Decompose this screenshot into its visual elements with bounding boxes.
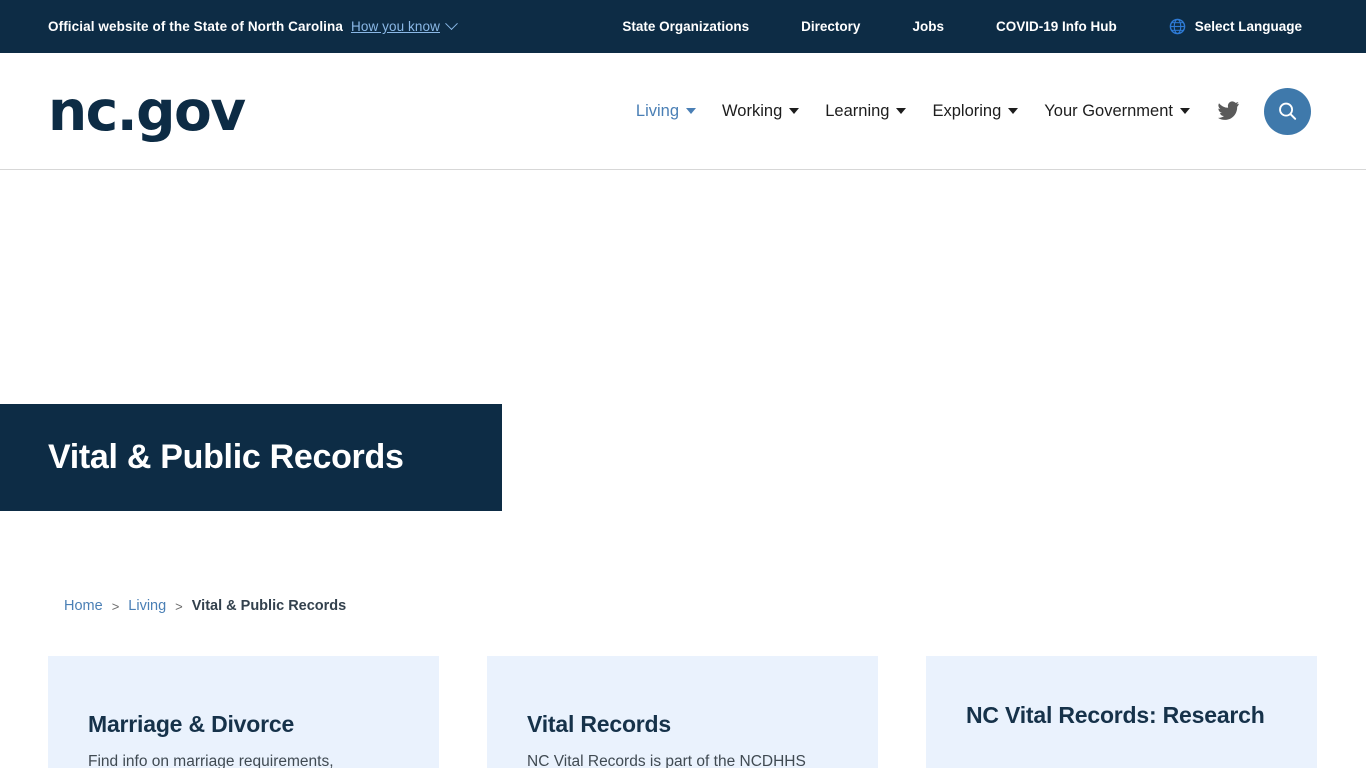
card-description: NC Vital Records is part of the NCDHHS [527,753,806,768]
breadcrumb-item-living[interactable]: Living [128,598,166,614]
chevron-down-icon [445,17,458,31]
chevron-down-icon [1180,108,1190,114]
twitter-icon[interactable] [1216,99,1240,123]
card-nc-vital-records-research[interactable]: NC Vital Records: Research [926,656,1317,768]
chevron-down-icon [1008,108,1019,114]
nav-item-working-label: Working [722,101,783,120]
chevron-down-icon [686,108,697,114]
primary-navigation: Living Working Learning Exploring Your G… [635,87,1366,135]
search-icon [1279,102,1297,120]
page-title-banner: Vital & Public Records [0,404,502,511]
card-description: Find info on marriage requirements, [88,753,334,768]
breadcrumb: Home > Living > Vital & Public Records [64,598,346,614]
nav-item-living[interactable]: Living [635,101,697,121]
site-logo[interactable]: nc.gov [0,83,246,139]
nav-item-working[interactable]: Working [722,101,800,121]
breadcrumb-separator: > [111,598,120,614]
utility-topbar: Official website of the State of North C… [0,0,1366,53]
breadcrumb-separator: > [175,598,183,614]
globe-icon [1169,18,1185,35]
breadcrumb-item-home[interactable]: Home [64,598,103,614]
chevron-down-icon [789,108,800,114]
official-notice: Official website of the State of North C… [0,17,458,34]
site-header: nc.gov Living Working Learning Exploring… [0,53,1366,170]
how-you-know-label: How you know [350,19,440,34]
search-button[interactable] [1264,87,1311,135]
topbar-link-state-organizations[interactable]: State Organizations [622,19,749,34]
nav-item-your-government[interactable]: Your Government [1044,102,1190,121]
topbar-link-jobs[interactable]: Jobs [912,19,944,34]
nav-item-learning[interactable]: Learning [825,101,907,121]
official-notice-text: Official website of the State of North C… [48,19,343,34]
nav-item-exploring[interactable]: Exploring [932,101,1019,121]
card-vital-records[interactable]: Vital Records NC Vital Records is part o… [487,656,878,768]
nav-item-your-government-label: Your Government [1044,101,1173,120]
topbar-link-covid-info-hub[interactable]: COVID-19 Info Hub [996,19,1117,34]
topbar-link-directory[interactable]: Directory [801,19,860,34]
nav-item-living-label: Living [635,101,680,120]
select-language-button[interactable]: Select Language [1169,18,1302,35]
how-you-know-link[interactable]: How you know [351,19,440,34]
card-title: NC Vital Records: Research [966,702,1265,728]
page-title: Vital & Public Records [48,437,404,476]
chevron-down-icon [896,108,907,114]
card-title: Vital Records [527,711,671,737]
card-marriage-divorce[interactable]: Marriage & Divorce Find info on marriage… [48,656,439,768]
card-title: Marriage & Divorce [88,711,295,737]
select-language-label: Select Language [1194,19,1302,34]
nav-item-learning-label: Learning [825,101,890,120]
page-body: Vital & Public Records Home > Living > V… [0,170,1366,768]
utility-links: State Organizations Directory Jobs COVID… [622,18,1366,35]
card-grid: Marriage & Divorce Find info on marriage… [48,656,1318,768]
breadcrumb-item-current: Vital & Public Records [191,598,347,614]
nav-item-exploring-label: Exploring [932,101,1002,120]
